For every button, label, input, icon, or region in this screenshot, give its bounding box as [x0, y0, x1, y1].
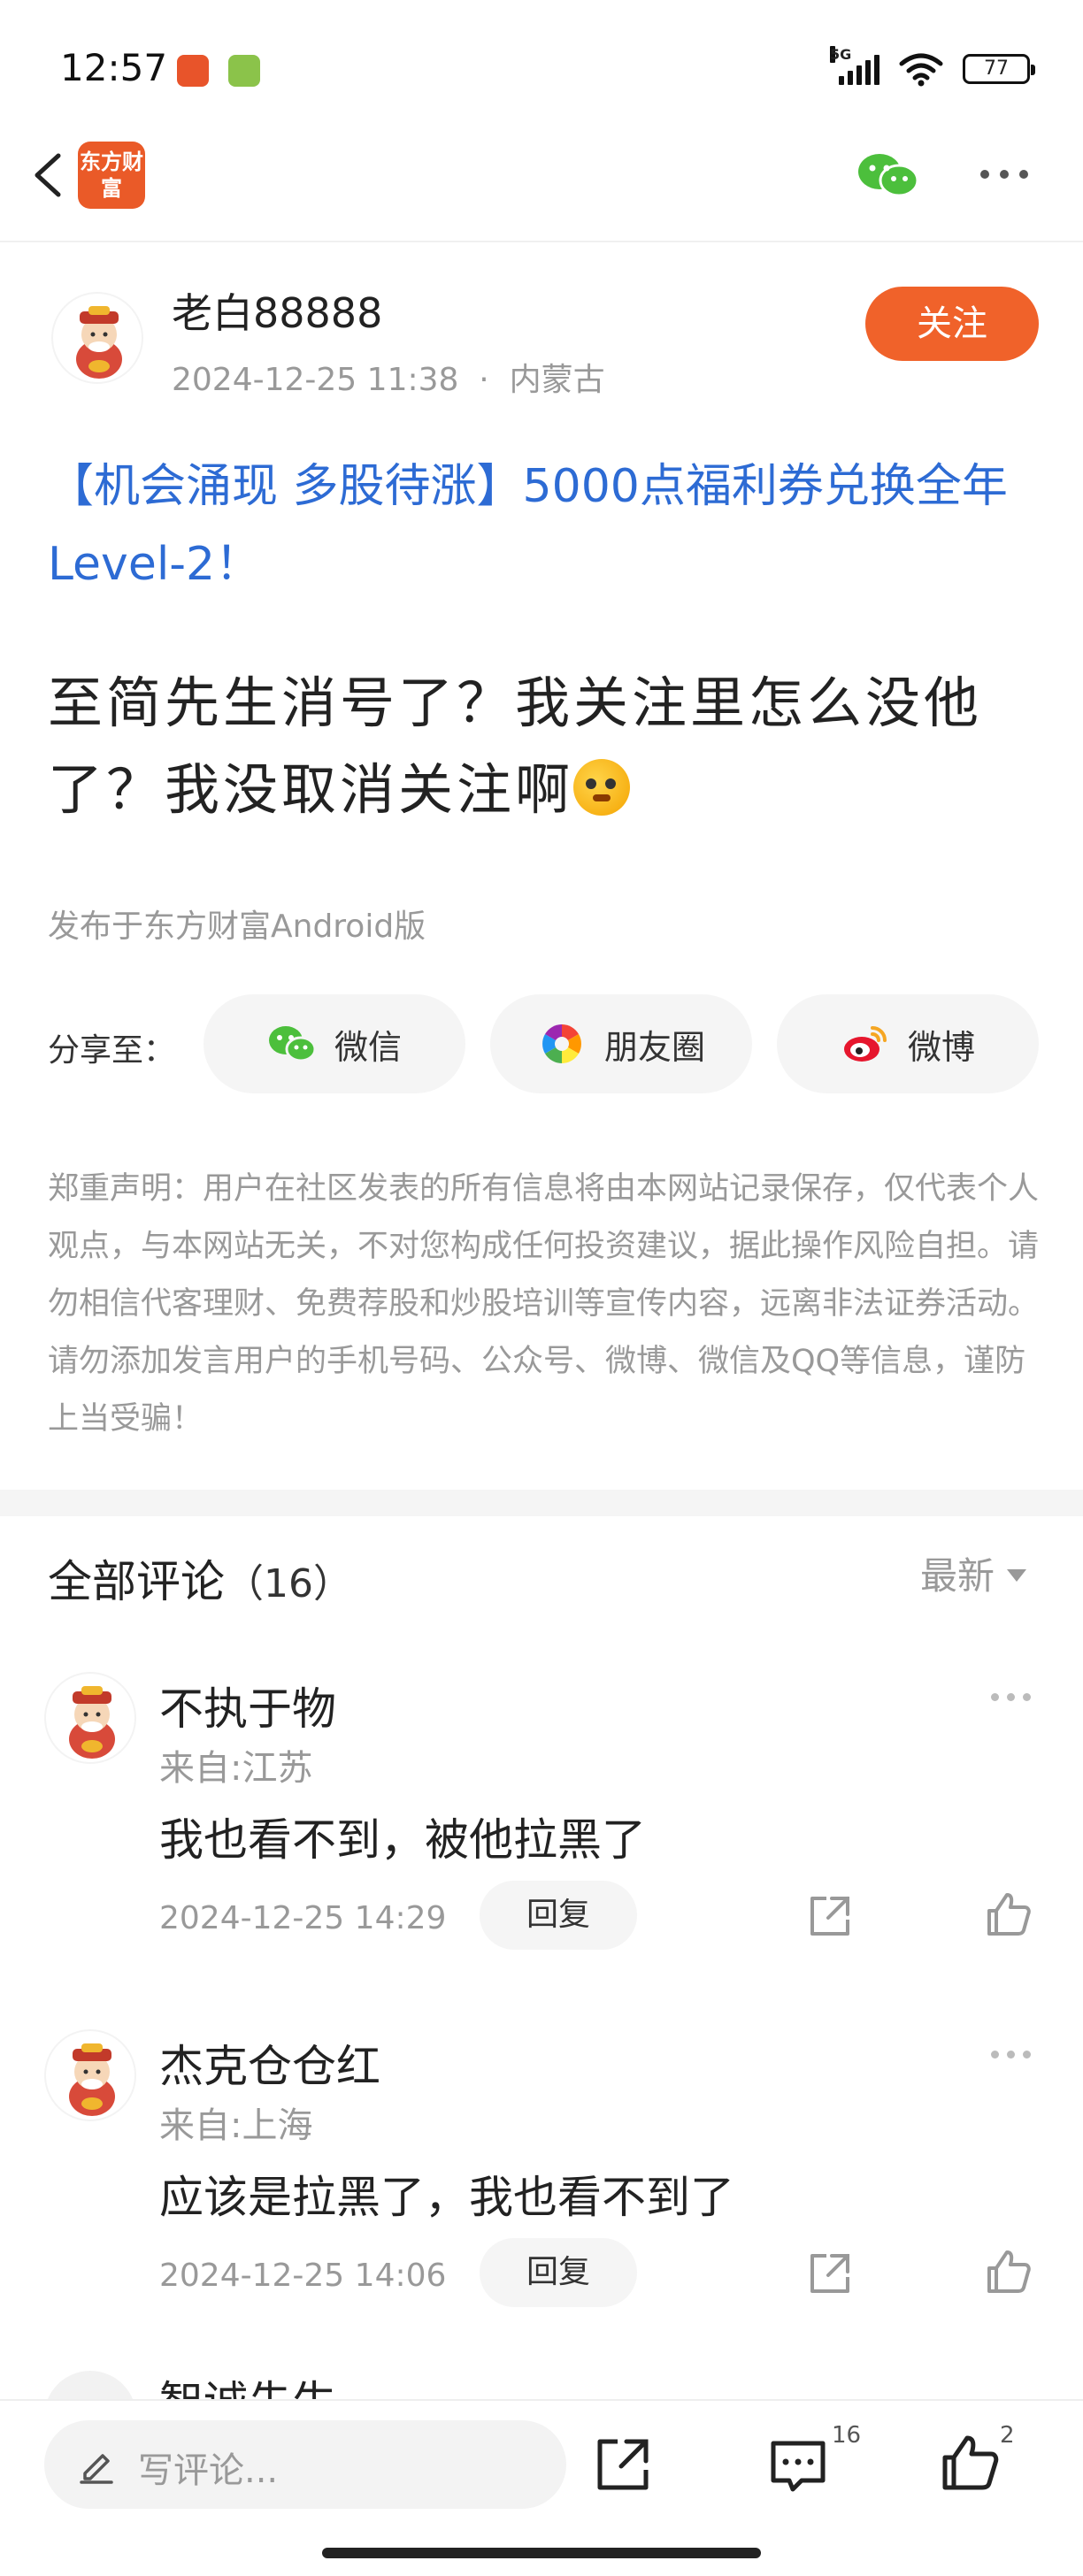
app-logo[interactable]: 东方财富 — [78, 142, 145, 209]
weibo-icon — [843, 1026, 887, 1062]
caret-down-icon — [1007, 1569, 1027, 1582]
post-body-text: 至简先生消号了？我关注里怎么没他了？我没取消关注啊 — [48, 671, 983, 822]
commenter-name[interactable]: 杰克仓仓红 — [159, 2031, 380, 2095]
author-avatar[interactable] — [51, 292, 143, 384]
signal-icon: 5G — [830, 46, 879, 85]
reply-button[interactable]: 回复 — [480, 1881, 637, 1950]
share-moments-button[interactable]: 朋友圈 — [490, 994, 752, 1093]
comment-icon[interactable] — [766, 2434, 830, 2498]
wechat-icon — [268, 1026, 317, 1062]
thumbs-up-icon[interactable] — [984, 1890, 1033, 1939]
share-weibo-label: 微博 — [907, 1027, 975, 1067]
commenter-name[interactable]: 智诚先生 — [159, 2367, 336, 2399]
commenter-name[interactable]: 不执于物 — [159, 1674, 336, 1737]
comment-input[interactable] — [44, 2420, 566, 2509]
moments-icon — [542, 1024, 581, 1063]
post-title-link[interactable]: 【机会涌现 多股待涨】5000点福利券兑换全年Level-2！ — [48, 448, 1039, 603]
comment-text[interactable]: 我也看不到，被他拉黑了 — [159, 1805, 646, 1868]
reply-button[interactable]: 回复 — [480, 2238, 637, 2307]
battery-indicator: 77 — [963, 54, 1035, 84]
comments-count: （16） — [225, 1561, 352, 1606]
comments-header: 全部评论（16） — [48, 1546, 352, 1610]
comment-count-badge: 16 — [832, 2422, 862, 2449]
share-icon[interactable] — [805, 2249, 855, 2298]
share-label: 分享至： — [48, 1032, 176, 1069]
thumbs-up-icon[interactable] — [984, 2247, 1033, 2296]
comment-more-icon[interactable] — [991, 1693, 1031, 1701]
thumbs-up-icon[interactable] — [938, 2431, 1002, 2495]
disclaimer-text: 郑重声明：用户在社区发表的所有信息将由本网站记录保存，仅代表个人观点，与本网站无… — [48, 1171, 1040, 1437]
sort-dropdown[interactable]: 最新 — [920, 1546, 1027, 1600]
dizzy-face-emoji-icon — [573, 759, 631, 816]
meta-separator: · — [468, 362, 500, 398]
comment-time: 2024-12-25 14:06 — [159, 2258, 447, 2294]
section-divider — [0, 1490, 1083, 1516]
sort-label: 最新 — [920, 1554, 995, 1598]
commenter-location: 来自:江苏 — [159, 1748, 313, 1789]
commenter-avatar[interactable] — [44, 2029, 136, 2121]
share-icon[interactable] — [805, 1891, 855, 1941]
comment-time: 2024-12-25 14:29 — [159, 1900, 447, 1936]
post-body: 至简先生消号了？我关注里怎么没他了？我没取消关注啊 — [48, 660, 1048, 833]
commenter-location: 来自:上海 — [159, 2105, 313, 2146]
home-indicator — [322, 2548, 761, 2558]
share-wechat-label: 微信 — [334, 1027, 402, 1067]
author-name[interactable]: 老白88888 — [172, 281, 382, 340]
top-nav-bar — [0, 133, 1083, 242]
publish-source: 发布于东方财富Android版 — [48, 908, 426, 945]
comment-more-icon[interactable] — [991, 2051, 1031, 2058]
message-notification-icon — [228, 55, 260, 87]
commenter-avatar[interactable] — [44, 1672, 136, 1764]
notification-app-icon — [177, 55, 209, 87]
share-moments-label: 朋友圈 — [603, 1027, 705, 1067]
comment-placeholder[interactable]: 写评论... — [138, 2442, 278, 2493]
comments-title: 全部评论 — [48, 1556, 225, 1607]
post-timestamp: 2024-12-25 11:38 — [172, 362, 459, 398]
author-location: 内蒙古 — [509, 362, 605, 398]
share-wechat-button[interactable]: 微信 — [204, 994, 465, 1093]
like-count-badge: 2 — [1000, 2422, 1015, 2449]
share-weibo-button[interactable]: 微博 — [777, 994, 1039, 1093]
more-options-icon[interactable] — [980, 170, 1028, 179]
pencil-icon — [80, 2454, 113, 2484]
wifi-icon — [899, 53, 943, 87]
status-bar: 12:57 5G 77 — [0, 0, 1083, 133]
network-type: 5G — [830, 46, 852, 63]
follow-button[interactable]: 关注 — [865, 287, 1039, 361]
comment-text[interactable]: 应该是拉黑了，我也看不到了 — [159, 2162, 734, 2226]
wechat-share-icon[interactable] — [855, 149, 920, 202]
status-time: 12:57 — [60, 46, 168, 89]
post-meta: 2024-12-25 11:38 · 内蒙古 — [172, 354, 605, 400]
back-arrow-icon[interactable] — [25, 149, 78, 202]
share-icon[interactable] — [591, 2433, 655, 2496]
